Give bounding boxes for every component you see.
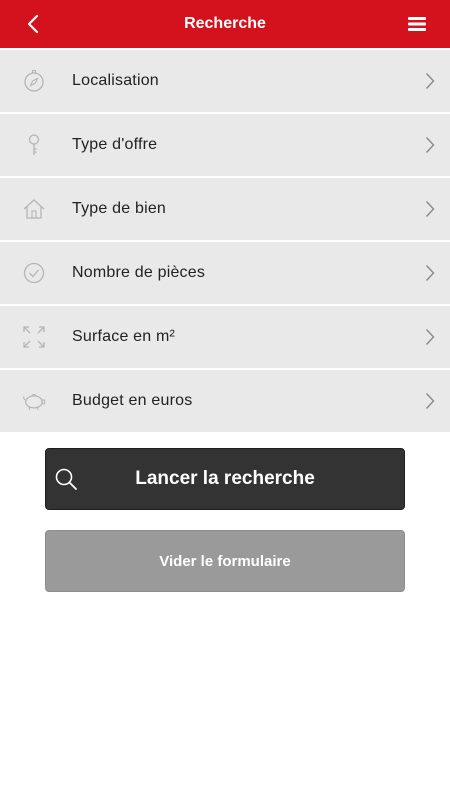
check-circle-icon <box>22 261 46 285</box>
clear-form-button[interactable]: Vider le formulaire <box>45 530 405 592</box>
page-title: Recherche <box>184 15 266 32</box>
criteria-budget[interactable]: Budget en euros <box>0 370 450 434</box>
expand-icon <box>22 325 46 349</box>
criteria-label: Budget en euros <box>72 392 193 409</box>
chevron-right-icon <box>424 391 436 411</box>
criteria-label: Localisation <box>72 72 159 89</box>
chevron-right-icon <box>424 71 436 91</box>
criteria-label: Type de bien <box>72 200 167 217</box>
chevron-right-icon <box>424 135 436 155</box>
criteria-label: Type d'offre <box>72 136 158 153</box>
menu-button[interactable] <box>406 13 428 35</box>
chevron-left-icon <box>27 14 39 34</box>
criteria-label: Nombre de pièces <box>72 264 206 281</box>
hamburger-menu-icon <box>408 17 426 31</box>
criteria-localisation[interactable]: Localisation <box>0 50 450 114</box>
back-button[interactable] <box>22 12 44 36</box>
chevron-right-icon <box>424 199 436 219</box>
launch-search-button[interactable]: Lancer la recherche <box>45 448 405 510</box>
house-icon <box>22 197 46 221</box>
chevron-right-icon <box>424 327 436 347</box>
piggy-bank-icon <box>22 389 46 413</box>
compass-icon <box>22 69 46 93</box>
chevron-right-icon <box>424 263 436 283</box>
clear-form-label: Vider le formulaire <box>159 552 291 570</box>
criteria-surface[interactable]: Surface en m² <box>0 306 450 370</box>
top-app-bar: Recherche <box>0 0 450 48</box>
search-criteria-list: Localisation Type d'offre Type de bien N… <box>0 50 450 434</box>
criteria-type-offre[interactable]: Type d'offre <box>0 114 450 178</box>
criteria-type-bien[interactable]: Type de bien <box>0 178 450 242</box>
app-screen: Recherche Localisation Type d'offre Type… <box>0 0 450 800</box>
criteria-label: Surface en m² <box>72 328 176 345</box>
key-icon <box>22 133 46 157</box>
criteria-nombre-pieces[interactable]: Nombre de pièces <box>0 242 450 306</box>
launch-search-label: Lancer la recherche <box>135 468 315 489</box>
search-icon <box>55 468 77 490</box>
